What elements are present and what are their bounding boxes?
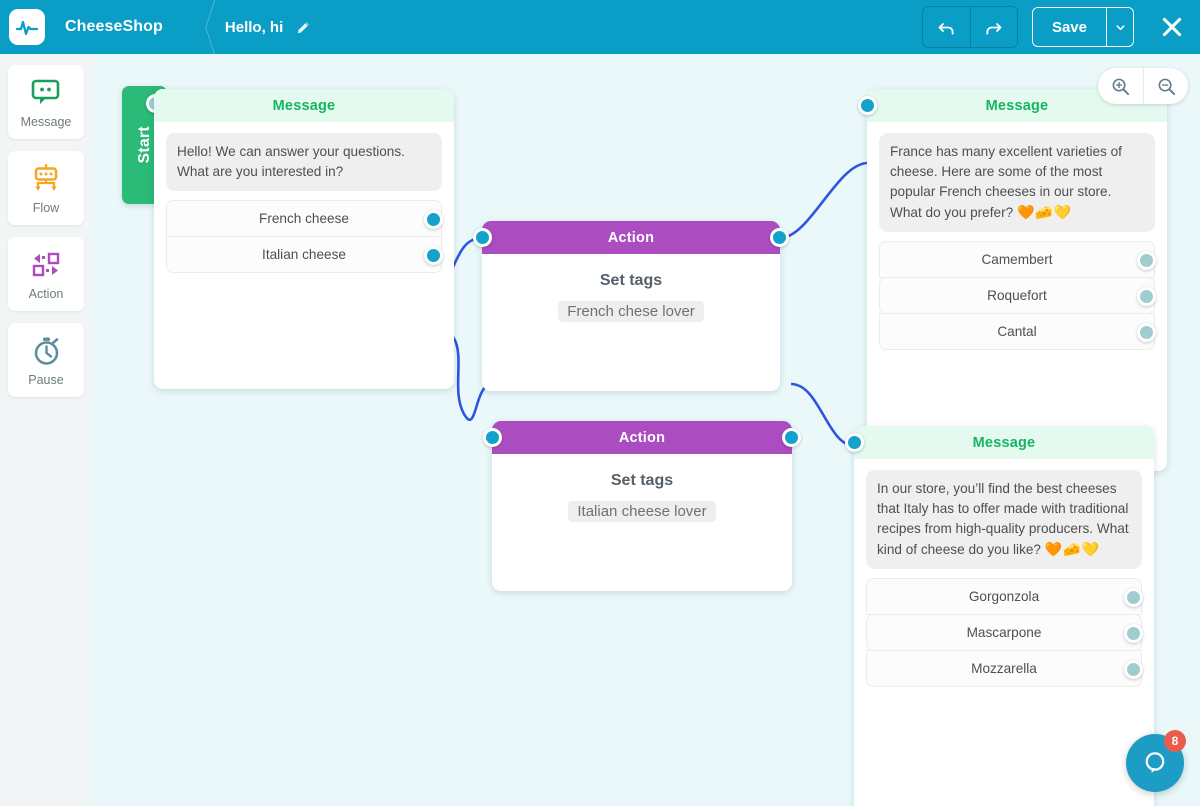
save-button-group: Save [1031,7,1134,47]
action-body: Set tags French chese lover [482,254,780,322]
node-action-italian[interactable]: Action Set tags Italian cheese lover [483,421,801,591]
flow-bot-icon [30,162,62,196]
sidebar-item-label: Action [28,286,64,301]
close-button[interactable] [1150,5,1194,49]
sidebar-item-flow[interactable]: Flow [8,151,84,225]
node-action-french[interactable]: Action Set tags French chese lover [473,221,789,391]
sidebar-item-label: Flow [32,200,60,215]
quick-reply-port[interactable] [1137,251,1156,270]
quick-reply-port[interactable] [1124,624,1143,643]
node-message-welcome[interactable]: Message Hello! We can answer your questi… [154,89,454,389]
close-icon [1162,17,1182,37]
node-input-port[interactable] [845,433,864,452]
brand-name[interactable]: CheeseShop [65,18,163,36]
action-title: Set tags [599,272,663,289]
zoom-controls [1098,68,1188,104]
quick-reply-label: Gorgonzola [968,589,1040,604]
history-button-group [921,6,1018,48]
redo-arrow-icon [986,22,1002,35]
action-title: Set tags [610,472,674,489]
quick-reply-label: French cheese [259,211,349,226]
sidebar-item-action[interactable]: Action [8,237,84,311]
quick-replies: French cheese Italian cheese [166,200,443,273]
quick-reply-button[interactable]: Italian cheese [166,236,443,273]
action-arrows-icon [30,248,62,282]
message-bubble-icon [31,76,61,110]
node-message-french[interactable]: Message France has many excellent variet… [858,89,1167,471]
node-header: Action [492,421,792,454]
chat-bubble-icon [1145,752,1165,773]
quick-reply-button[interactable]: Roquefort [879,277,1156,314]
pencil-icon [297,21,309,33]
chat-unread-badge: 8 [1164,730,1186,752]
message-text: France has many excellent varieties of c… [879,133,1155,232]
node-header: Message [854,426,1154,459]
quick-replies: Camembert Roquefort Cantal [879,241,1156,350]
zoom-in-button[interactable] [1098,68,1143,104]
node-header: Action [482,221,780,254]
quick-reply-port[interactable] [424,210,443,229]
node-output-port[interactable] [782,428,801,447]
document-title[interactable]: Hello, hi [225,19,283,36]
sidebar-item-message[interactable]: Message [8,65,84,139]
message-emojis: 🧡🧀💛 [1044,541,1101,557]
zoom-out-icon [1158,78,1175,95]
action-body: Set tags Italian cheese lover [492,454,792,522]
quick-reply-label: Roquefort [987,288,1047,303]
rename-button[interactable] [294,18,312,36]
quick-reply-label: Italian cheese [262,247,346,262]
chevron-down-icon [1116,24,1124,30]
quick-reply-port[interactable] [424,246,443,265]
quick-reply-button[interactable]: Gorgonzola [866,578,1143,615]
app-logo[interactable] [9,9,45,45]
action-tag: French chese lover [558,301,704,322]
action-tag: Italian cheese lover [568,501,716,522]
undo-arrow-icon [938,22,954,35]
quick-reply-port[interactable] [1137,323,1156,342]
node-output-port[interactable] [770,228,789,247]
node-input-port[interactable] [483,428,502,447]
breadcrumb-separator [177,0,223,54]
stopwatch-icon [32,334,61,368]
message-text: In our store, you’ll find the best chees… [866,470,1142,569]
flow-canvas[interactable]: Start Message Hello! We can answer your … [92,54,1200,806]
node-input-port[interactable] [858,96,877,115]
redo-button[interactable] [969,7,1017,47]
sidebar-item-label: Pause [28,372,64,387]
save-button[interactable]: Save [1032,8,1106,46]
quick-reply-port[interactable] [1124,588,1143,607]
node-message-italian[interactable]: Message In our store, you’ll find the be… [845,426,1154,806]
pulse-logo-icon [15,20,39,36]
zoom-out-button[interactable] [1143,68,1188,104]
quick-reply-label: Mozzarella [971,661,1037,676]
message-emojis: 🧡🧀💛 [1016,204,1073,220]
quick-reply-port[interactable] [1124,660,1143,679]
sidebar-item-label: Message [20,114,72,129]
quick-reply-label: Cantal [997,324,1037,339]
quick-reply-button[interactable]: Camembert [879,241,1156,278]
tool-sidebar: Message Flow Action Pause [0,54,92,806]
undo-button[interactable] [922,7,970,47]
quick-reply-button[interactable]: Mascarpone [866,614,1143,651]
save-options-button[interactable] [1106,8,1133,46]
quick-reply-button[interactable]: Mozzarella [866,650,1143,687]
edge-action-french-to-message-french [779,161,869,240]
app-header: CheeseShop Hello, hi Save [0,0,1200,54]
node-header: Message [154,89,454,122]
quick-replies: Gorgonzola Mascarpone Mozzarella [866,578,1143,687]
zoom-in-icon [1112,78,1130,95]
quick-reply-button[interactable]: Cantal [879,313,1156,350]
quick-reply-button[interactable]: French cheese [166,200,443,237]
start-label: Start [135,126,153,164]
node-input-port[interactable] [473,228,492,247]
quick-reply-label: Camembert [981,252,1053,267]
flow-builder-app: CheeseShop Hello, hi Save Message Flow A… [0,0,1200,806]
sidebar-item-pause[interactable]: Pause [8,323,84,397]
quick-reply-port[interactable] [1137,287,1156,306]
message-body: France has many excellent varieties of c… [890,144,1122,220]
quick-reply-label: Mascarpone [966,625,1042,640]
message-text: Hello! We can answer your questions. Wha… [166,133,442,191]
